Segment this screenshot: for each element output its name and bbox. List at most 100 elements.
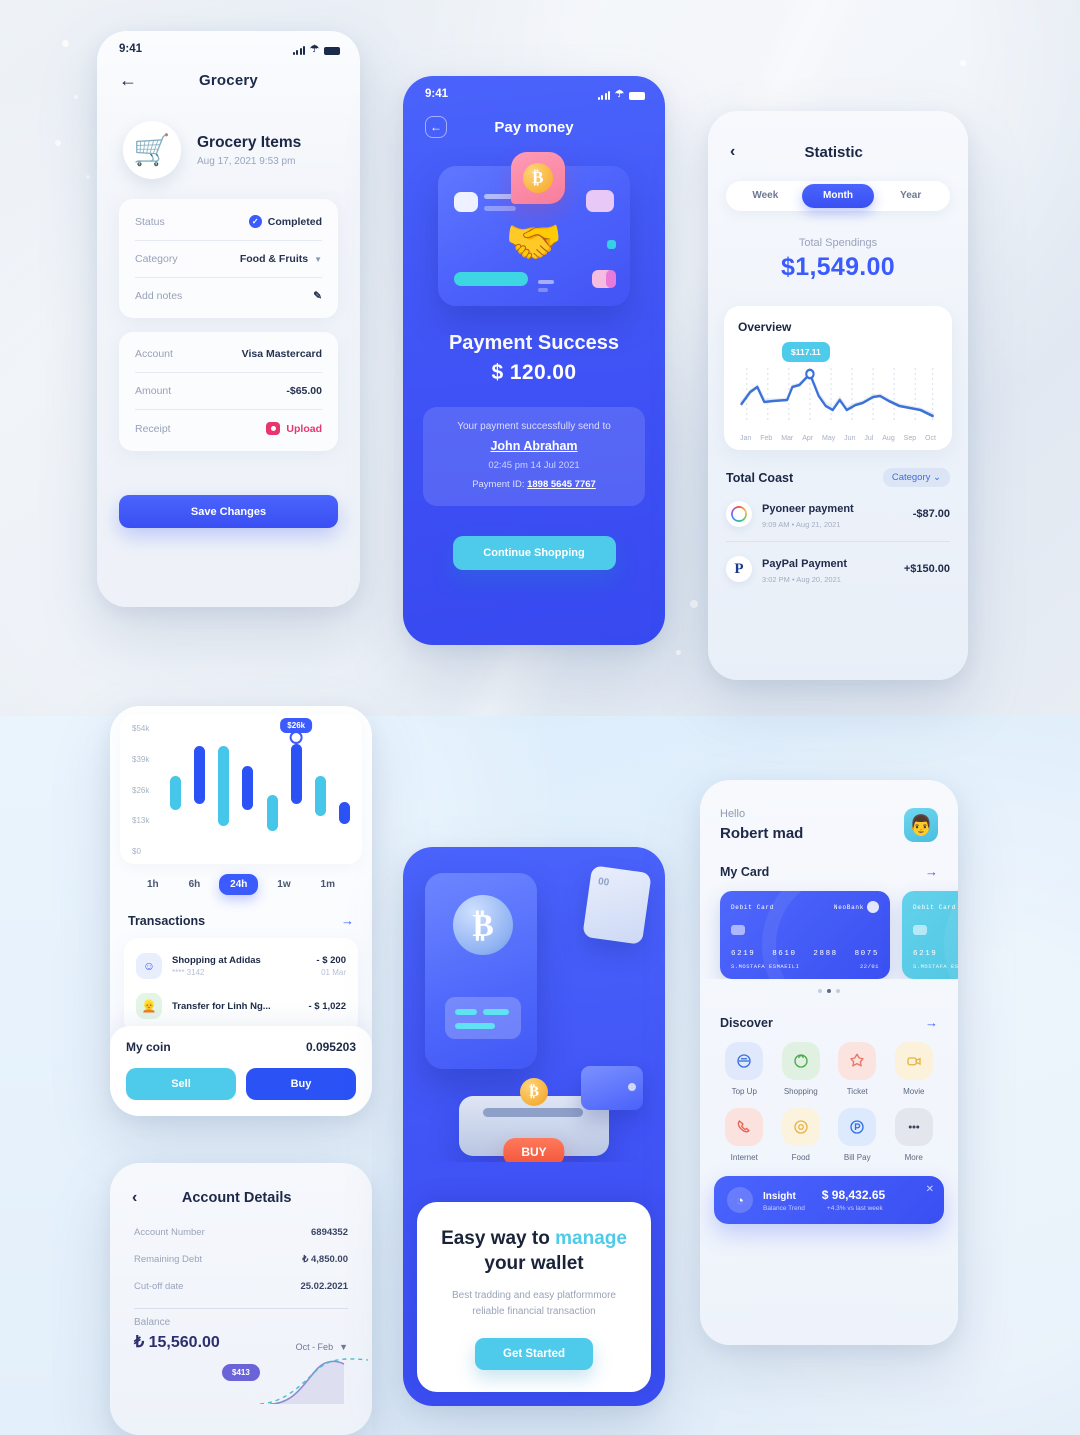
grocery-detail-card: Status ✓ Completed Category Food & Fruit… (119, 199, 338, 318)
edit-note-button[interactable]: ✎ (313, 290, 322, 302)
discover-item-food[interactable]: Food (773, 1108, 830, 1162)
coin-summary: My coin 0.095203 (126, 1040, 356, 1054)
row-category[interactable]: Category Food & Fruits ▼ (135, 241, 322, 278)
buy-badge[interactable]: BUY (503, 1138, 565, 1162)
paypal-icon: P (726, 556, 752, 582)
bank-card[interactable]: Debit Card 6219 8610 S.MOSTAFA ESMAEILI (902, 891, 958, 979)
payment-id-value: 1898 5645 7767 (527, 479, 596, 490)
save-changes-button[interactable]: Save Changes (119, 495, 338, 528)
price-range-bar-chart: $54k $39k $26k $13k $0 $26k (120, 714, 362, 864)
row-amount: Amount -$65.00 (135, 373, 322, 410)
discover-item-movie[interactable]: Movie (886, 1042, 943, 1096)
date-range-label: Oct - Feb (295, 1342, 334, 1352)
transaction-date: 01 Mar (321, 968, 346, 977)
phone-3d-icon: ₿ (425, 873, 537, 1069)
period-segmented-control[interactable]: Week Month Year (726, 181, 950, 211)
segment-year[interactable]: Year (874, 184, 947, 208)
timeframe-selector[interactable]: 1h 6h 24h 1w 1m (136, 874, 346, 895)
card-carousel[interactable]: Debit Card NeoBank 6219 8610 2888 8075 S… (700, 879, 958, 979)
table-row[interactable]: P PayPal Payment 3:02 PM • Aug 20, 2021 … (726, 542, 950, 596)
arrow-right-icon[interactable]: → (925, 864, 938, 879)
line-chart-svg (740, 368, 935, 422)
wifi-icon: ☂ (615, 88, 624, 100)
segment-month[interactable]: Month (801, 184, 875, 208)
card-holder: S.MOSTAFA ESMAEILI (731, 963, 800, 970)
upload-control[interactable]: Upload (266, 422, 322, 435)
row-remaining-debt: Remaining Debt ₺ 4,850.00 (110, 1246, 372, 1273)
transaction-amount: -$87.00 (912, 508, 950, 520)
card-top-row: Debit Card NeoBank (731, 901, 879, 913)
receipt-receiver: John Abraham (490, 439, 578, 453)
headline-part-1: Easy way to (441, 1227, 556, 1249)
row-receipt[interactable]: Receipt Upload (135, 410, 322, 447)
card-holder: S.MOSTAFA ESMAEILI (913, 963, 958, 970)
bitcoin-bubble-icon: ₿ (510, 152, 565, 204)
check-icon: ✓ (248, 215, 262, 228)
discover-item-topup[interactable]: Top Up (716, 1042, 773, 1096)
insight-banner[interactable]: ◔ Insight $ 98,432.65 Balance Trend +4.3… (714, 1176, 944, 1224)
receipt-datetime: 02:45 pm 14 Jul 2021 (488, 460, 580, 471)
table-row[interactable]: Pyoneer payment 9:09 AM • Aug 21, 2021 -… (726, 487, 950, 542)
timeframe-1h[interactable]: 1h (136, 874, 170, 895)
carousel-dot[interactable] (836, 989, 840, 993)
list-item[interactable]: 👱 Transfer for Linh Ng... - $ 1,022 (136, 986, 346, 1026)
row-add-notes[interactable]: Add notes ✎ (135, 278, 322, 314)
chevron-down-icon: ⌄ (933, 472, 941, 483)
arrow-right-icon[interactable]: → (341, 913, 354, 928)
discover-label: Bill Pay (843, 1153, 871, 1162)
discover-item-billpay[interactable]: Bill Pay (829, 1108, 886, 1162)
row-label: Amount (135, 385, 172, 397)
discover-item-internet[interactable]: Internet (716, 1108, 773, 1162)
payoneer-ring-icon (726, 501, 752, 527)
transaction-time: 9:09 AM • Aug 21, 2021 (762, 520, 841, 529)
total-cost-header: Total Coast Category ⌄ (726, 468, 950, 487)
axis-label: Oct (925, 435, 936, 442)
list-item[interactable]: ☺ Shopping at Adidas **** 3142 - $ 200 0… (136, 946, 346, 986)
sell-button[interactable]: Sell (126, 1068, 236, 1100)
discover-label: Shopping (783, 1087, 818, 1096)
cart-emoji: 🛒 (133, 133, 171, 167)
segment-week[interactable]: Week (729, 184, 802, 208)
food-icon (781, 1108, 820, 1146)
date-range-selector[interactable]: Oct - Feb ▼ (296, 1342, 348, 1352)
home-header: Hello Robert mad 👨 (700, 780, 958, 842)
chevron-down-icon[interactable]: ▼ (314, 255, 322, 264)
phone-screen-statistic: ‹ Statistic Week Month Year Total Spendi… (708, 111, 968, 680)
card-number-group: 8075 (854, 950, 879, 958)
category-filter-button[interactable]: Category ⌄ (882, 468, 950, 487)
bank-card[interactable]: Debit Card NeoBank 6219 8610 2888 8075 S… (720, 891, 890, 979)
coin-value: 0.095203 (305, 1040, 356, 1054)
balance-value: ₺ 15,560.00 (134, 1334, 220, 1351)
buy-button[interactable]: Buy (246, 1068, 356, 1100)
continue-shopping-button[interactable]: Continue Shopping (452, 536, 616, 570)
carousel-dot[interactable] (818, 989, 822, 993)
discover-label: More (904, 1153, 923, 1162)
discover-item-more[interactable]: More (886, 1108, 943, 1162)
total-spendings-value: $1,549.00 (781, 253, 895, 281)
row-status[interactable]: Status ✓ Completed (135, 203, 322, 241)
row-label: Category (135, 253, 178, 265)
row-account[interactable]: Account Visa Mastercard (135, 336, 322, 373)
avatar[interactable]: 👨 (904, 808, 938, 842)
timeframe-1m[interactable]: 1m (310, 874, 346, 895)
arrow-right-icon[interactable]: → (925, 1015, 938, 1030)
transaction-amount: - $ 1,022 (308, 1000, 347, 1012)
discover-item-ticket[interactable]: Ticket (829, 1042, 886, 1096)
timeframe-24h[interactable]: 24h (219, 874, 259, 895)
discover-item-shopping[interactable]: Shopping (773, 1042, 830, 1096)
timeframe-6h[interactable]: 6h (178, 874, 212, 895)
my-card-title: My Card (720, 864, 770, 879)
topup-icon (725, 1042, 764, 1080)
get-started-button[interactable]: Get Started (475, 1338, 593, 1370)
user-name: Robert mad (720, 825, 804, 842)
insight-amount: $ 98,432.65 (821, 1188, 886, 1202)
close-icon[interactable]: ✕ (926, 1184, 934, 1195)
axis-label: $0 (132, 847, 141, 856)
status-badge: ✓ Completed (248, 215, 322, 228)
category-text: Food & Fruits (239, 253, 309, 265)
axis-label: Jul (864, 435, 874, 442)
discover-label: Ticket (846, 1087, 868, 1096)
carousel-dot-active[interactable] (827, 989, 831, 993)
timeframe-1w[interactable]: 1w (266, 874, 301, 895)
chart-x-axis-labels: Jan Feb Mar Apr May Jun Jul Aug Sep Oct (738, 435, 938, 442)
